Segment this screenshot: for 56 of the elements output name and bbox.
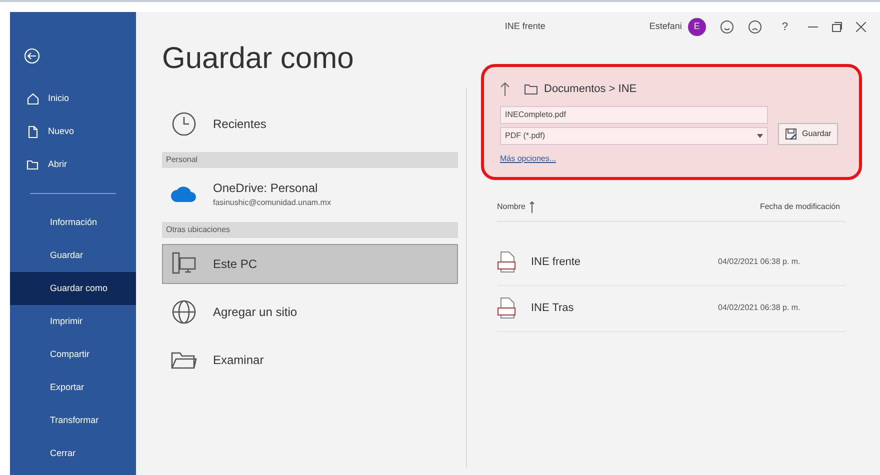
location-label: Este PC (213, 256, 258, 273)
save-icon (785, 128, 797, 140)
sidebar-item[interactable]: Guardar como (10, 272, 136, 305)
account-name: OneDrive: Personal (213, 180, 319, 197)
sort-arrow-icon (529, 201, 536, 213)
page-icon (26, 124, 40, 138)
smiley-icon[interactable] (720, 20, 734, 34)
file-type-dropdown[interactable]: PDF (*.pdf) (500, 126, 768, 144)
location-item[interactable]: Agregar un sitio (162, 292, 458, 332)
document-title: INE frente (504, 20, 546, 34)
more-options-link[interactable]: Más opciones... (500, 154, 556, 162)
account-email: fasinushic@comunidad.unam.mx (213, 197, 331, 209)
sidebar-item[interactable]: Inicio (10, 82, 136, 115)
location-label: Examinar (213, 352, 264, 369)
globe-icon (170, 298, 198, 326)
column-header[interactable]: Nombre (497, 201, 526, 213)
location-item[interactable]: Recientes (162, 104, 458, 144)
up-arrow-icon[interactable] (500, 82, 510, 96)
location-item[interactable]: Este PC (162, 244, 458, 284)
help-button[interactable]: ? (776, 18, 794, 36)
location-item[interactable]: Examinar (162, 340, 458, 380)
folder-path[interactable]: Documentos > INE (544, 81, 637, 98)
sidebar-item[interactable]: Abrir (10, 148, 136, 181)
cloud-icon (170, 185, 198, 203)
section-header: Otras ubicaciones (162, 222, 458, 238)
clock-icon (171, 111, 197, 137)
folder-icon (26, 158, 40, 172)
location-label: Recientes (213, 116, 266, 133)
page-title: Guardar como (162, 44, 355, 74)
save-button[interactable]: Guardar (778, 122, 838, 144)
user-name: Estefani (649, 20, 682, 34)
home-icon (26, 92, 40, 106)
file-name-field[interactable]: INECompleto.pdf (500, 106, 768, 124)
sidebar-item[interactable]: Imprimir (10, 305, 136, 338)
sidebar-item[interactable]: Cerrar (10, 437, 136, 470)
pdf-file-icon (497, 251, 517, 273)
frown-icon[interactable] (748, 20, 762, 34)
sidebar-item[interactable]: Transformar (10, 404, 136, 437)
sidebar-item[interactable]: Exportar (10, 371, 136, 404)
close-icon[interactable] (856, 22, 866, 32)
section-header: Personal (162, 152, 458, 168)
account-item[interactable]: OneDrive: Personal fasinushic@comunidad.unam.mx (162, 174, 458, 214)
back-icon[interactable] (24, 48, 40, 64)
avatar[interactable]: E (688, 18, 706, 36)
folder-icon (524, 84, 538, 95)
caret-icon (757, 134, 763, 138)
sidebar-item[interactable]: Nuevo (10, 115, 136, 148)
pdf-file-icon (497, 297, 517, 319)
location-label: Agregar un sitio (213, 304, 298, 321)
sidebar-item[interactable]: Guardar (10, 239, 136, 272)
sidebar-item[interactable]: Información (10, 206, 136, 239)
restore-icon[interactable] (832, 22, 842, 32)
file-row[interactable]: INE Tras 04/02/2021 06:38 p. m. (497, 286, 846, 332)
sidebar-item[interactable]: Compartir (10, 338, 136, 371)
file-row[interactable]: INE frente 04/02/2021 06:38 p. m. (497, 240, 846, 286)
column-header[interactable]: Fecha de modificación (760, 201, 846, 213)
